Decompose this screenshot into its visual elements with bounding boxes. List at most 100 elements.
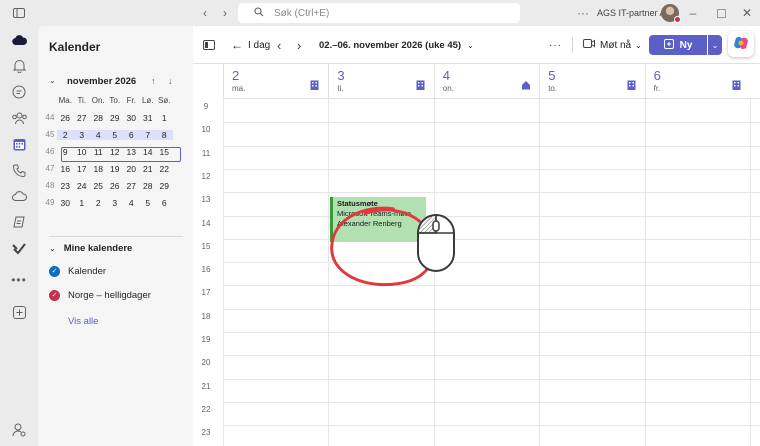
new-event-dropdown[interactable]: ⌄ <box>708 35 722 55</box>
mini-calendar-day[interactable]: 30 <box>57 198 74 208</box>
checkmark-icon[interactable]: ✓ <box>49 265 60 277</box>
sharepoint-icon[interactable] <box>11 214 27 230</box>
cloud-icon[interactable] <box>11 32 27 48</box>
arrow-up-icon[interactable]: ↑ <box>151 76 156 86</box>
mini-calendar-day[interactable]: 13 <box>123 147 140 157</box>
avatar[interactable] <box>661 4 681 23</box>
mini-calendar-day[interactable]: 3 <box>73 129 90 140</box>
mini-calendar-day[interactable]: 26 <box>57 113 74 123</box>
forward-icon[interactable]: › <box>218 6 232 20</box>
mini-calendar-day[interactable]: 3 <box>107 198 124 208</box>
mini-calendar-day[interactable]: 1 <box>74 198 91 208</box>
mini-calendar-day[interactable]: 19 <box>107 164 124 174</box>
calendar-icon[interactable] <box>11 136 27 152</box>
more-options-icon[interactable]: ··· <box>549 37 562 53</box>
mini-calendar-day[interactable]: 28 <box>90 113 107 123</box>
admin-icon[interactable] <box>11 422 27 438</box>
calendar-item-kalender[interactable]: ✓ Kalender <box>49 264 106 278</box>
meet-now-button[interactable]: Møt nå <box>583 37 631 53</box>
mini-calendar-day[interactable]: 4 <box>123 198 140 208</box>
more-apps-icon[interactable]: ••• <box>11 272 27 288</box>
mini-calendar-day[interactable]: 30 <box>123 113 140 123</box>
calendar-event[interactable]: Statusmøte Microsoft Teams-møte Alexande… <box>330 197 426 242</box>
new-event-button[interactable]: Ny <box>649 35 707 55</box>
mini-calendar-day[interactable]: 31 <box>140 113 157 123</box>
mini-calendar-day[interactable]: 27 <box>123 181 140 191</box>
checkmark-icon[interactable]: ✓ <box>49 289 60 301</box>
week-number[interactable]: 48 <box>43 181 57 190</box>
week-number[interactable]: 45 <box>43 130 57 139</box>
home-icon[interactable] <box>521 80 531 90</box>
mini-calendar-day[interactable]: 7 <box>139 129 156 140</box>
arrow-down-icon[interactable]: ↓ <box>168 76 173 86</box>
day-column-header[interactable]: 2 ma. <box>223 64 328 98</box>
mini-calendar-day[interactable]: 17 <box>74 164 91 174</box>
my-calendars-header[interactable]: ⌄ Mine kalendere <box>49 243 132 254</box>
mini-calendar-day[interactable]: 29 <box>107 113 124 123</box>
toggle-panel-icon[interactable] <box>203 37 215 53</box>
search-input[interactable]: Søk (Ctrl+E) <box>238 3 520 23</box>
mini-calendar-day[interactable]: 1 <box>156 113 173 123</box>
day-column-header[interactable]: 4 on. <box>433 64 539 98</box>
mini-calendar-day[interactable]: 11 <box>90 147 107 157</box>
phone-icon[interactable] <box>11 162 27 178</box>
mini-calendar-day[interactable]: 4 <box>90 129 107 140</box>
week-number[interactable]: 47 <box>43 164 57 173</box>
mini-calendar-day[interactable]: 21 <box>140 164 157 174</box>
mini-calendar-day[interactable]: 18 <box>90 164 107 174</box>
maximize-icon[interactable] <box>714 6 728 20</box>
bell-icon[interactable] <box>11 58 27 74</box>
planner-icon[interactable] <box>11 240 27 256</box>
minimize-icon[interactable]: – <box>686 6 700 20</box>
sidebar-toggle-icon[interactable] <box>12 6 26 20</box>
mini-calendar-day[interactable]: 9 <box>57 147 74 157</box>
mini-calendar-day[interactable]: 23 <box>57 181 74 191</box>
previous-week-icon[interactable]: ‹ <box>277 37 281 53</box>
today-button[interactable]: ← I dag <box>231 37 270 53</box>
mini-calendar-day[interactable]: 10 <box>74 147 91 157</box>
add-apps-icon[interactable] <box>11 304 27 320</box>
mini-calendar-day[interactable]: 6 <box>123 129 140 140</box>
mini-calendar-day[interactable]: 16 <box>57 164 74 174</box>
building-icon[interactable] <box>732 80 742 90</box>
chevron-down-icon[interactable]: ⌄ <box>49 76 56 85</box>
mini-calendar-day[interactable]: 2 <box>90 198 107 208</box>
mini-calendar-day[interactable]: 28 <box>140 181 157 191</box>
day-column-header[interactable]: 6 fr. <box>644 64 750 98</box>
mini-calendar-day[interactable]: 6 <box>156 198 173 208</box>
mini-calendar-day[interactable]: 27 <box>74 113 91 123</box>
week-number[interactable]: 49 <box>43 198 57 207</box>
mini-calendar-day[interactable]: 2 <box>57 129 74 140</box>
mini-calendar-day[interactable]: 22 <box>156 164 173 174</box>
see-all-link[interactable]: Vis alle <box>68 316 98 327</box>
more-icon[interactable]: ··· <box>576 6 590 20</box>
meet-now-chevron-icon[interactable]: ⌄ <box>635 37 642 53</box>
calendar-item-holidays[interactable]: ✓ Norge – helligdager <box>49 288 151 302</box>
mini-calendar-day[interactable]: 15 <box>156 147 173 157</box>
back-icon[interactable]: ‹ <box>198 6 212 20</box>
teams-icon[interactable] <box>11 110 27 126</box>
day-column-header[interactable]: 3 ti. <box>328 64 433 98</box>
mini-calendar-day[interactable]: 24 <box>74 181 91 191</box>
mini-calendar-day[interactable]: 29 <box>156 181 173 191</box>
mini-calendar-day[interactable]: 5 <box>106 129 123 140</box>
mini-calendar-day[interactable]: 5 <box>140 198 157 208</box>
close-icon[interactable]: ✕ <box>740 6 754 20</box>
building-icon[interactable] <box>627 80 637 90</box>
mini-calendar-day[interactable]: 25 <box>90 181 107 191</box>
day-column-header[interactable]: 5 to. <box>539 64 644 98</box>
next-week-icon[interactable]: › <box>297 37 301 53</box>
mini-calendar-day[interactable]: 14 <box>140 147 157 157</box>
copilot-button[interactable] <box>728 31 754 57</box>
office-home-icon[interactable] <box>310 80 320 90</box>
week-number[interactable]: 44 <box>43 113 57 122</box>
mini-calendar-day[interactable]: 12 <box>107 147 124 157</box>
onedrive-icon[interactable] <box>11 188 27 204</box>
chat-icon[interactable] <box>11 84 27 100</box>
week-number[interactable]: 46 <box>43 147 57 156</box>
mini-calendar-day[interactable]: 26 <box>107 181 124 191</box>
mini-calendar-day[interactable]: 8 <box>156 129 173 140</box>
date-range-picker[interactable]: 02.–06. november 2026 (uke 45) ⌄ <box>319 37 474 53</box>
building-icon[interactable] <box>416 80 426 90</box>
week-grid[interactable]: 9 10 11 12 13 14 15 16 17 18 19 20 21 22 23 Statusmøte… <box>193 99 760 446</box>
